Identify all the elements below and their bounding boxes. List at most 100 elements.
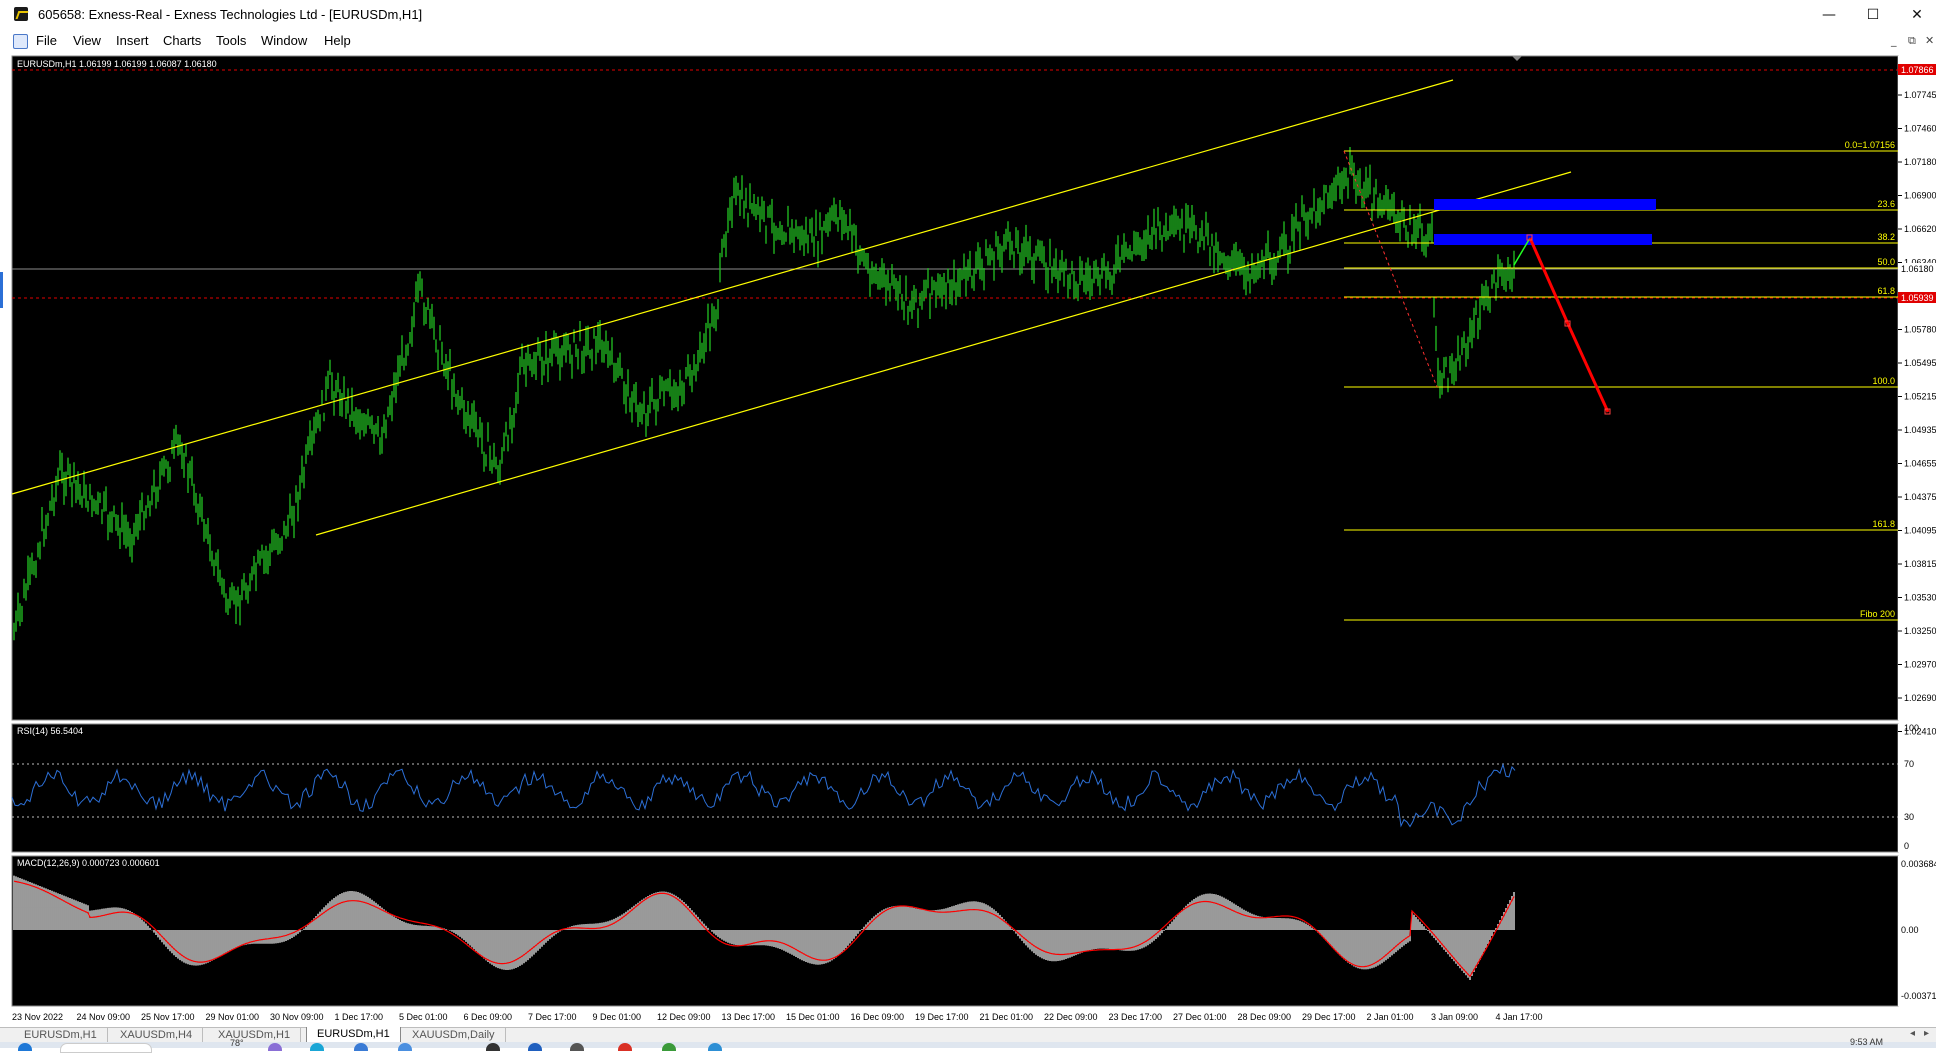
price-axis-label: 1.03250 [1904,626,1936,636]
taskbar-app-icon[interactable] [528,1043,542,1051]
menu-insert[interactable]: Insert [116,33,149,48]
macd-axis-label: 0.00 [1901,925,1919,935]
price-axis-labels: 1.077451.074601.071801.069001.066201.063… [1898,64,1936,737]
fibo-level-label: 161.8 [1872,519,1895,529]
time-axis-label: 30 Nov 09:00 [270,1012,324,1022]
tab-scroll-left-icon[interactable]: ◂ [1910,1028,1915,1039]
menu-view[interactable]: View [73,33,101,48]
rsi-axis-label: 30 [1904,812,1914,822]
rsi-axis-label: 70 [1904,759,1914,769]
rsi-panel[interactable] [11,723,1899,853]
tab-eurusdm-h1-active[interactable]: EURUSDm,H1 [306,1027,401,1043]
time-axis-label: 9 Dec 01:00 [593,1012,642,1022]
price-axis-label: 1.04935 [1904,425,1936,435]
red-level-price-tag: 1.05939 [1901,293,1934,303]
price-axis-label: 1.05780 [1904,325,1936,335]
taskbar-app-icon[interactable] [618,1043,632,1051]
fibo-level-label: 100.0 [1872,376,1895,386]
time-axis-label: 5 Dec 01:00 [399,1012,448,1022]
maximize-button[interactable]: ☐ [1850,2,1896,28]
time-axis-label: 23 Dec 17:00 [1109,1012,1163,1022]
taskbar-app-icon[interactable] [354,1043,368,1051]
chart-window[interactable]: 0.0=1.07156 23.6 38.2 50.0 61.8 100.0 161.8 Fib… [0,52,1936,1028]
price-axis-label: 1.03815 [1904,559,1936,569]
time-axis-label: 2 Jan 01:00 [1367,1012,1414,1022]
time-axis-label: 4 Jan 17:00 [1496,1012,1543,1022]
time-axis-label: 3 Jan 09:00 [1431,1012,1478,1022]
time-axis-label: 27 Dec 01:00 [1173,1012,1227,1022]
supply-zone-upper[interactable] [1434,199,1656,210]
rsi-axis [1898,724,1936,852]
time-axis-label: 16 Dec 09:00 [851,1012,905,1022]
time-axis-label: 19 Dec 17:00 [915,1012,969,1022]
taskbar-clock: 9:53 AM [1850,1037,1884,1047]
price-axis-label: 1.04375 [1904,492,1936,502]
time-axis-label: 21 Dec 01:00 [980,1012,1034,1022]
price-axis-label: 1.02690 [1904,693,1936,703]
start-icon[interactable] [18,1043,32,1051]
price-axis-label: 1.05215 [1904,392,1936,402]
rsi-axis-label: 0 [1904,841,1909,851]
tab-scroll-right-icon[interactable]: ▸ [1924,1028,1929,1039]
taskbar-app-icon[interactable] [486,1043,500,1051]
menu-file[interactable]: File [36,33,57,48]
menu-window[interactable]: Window [261,33,307,48]
tab-xauusdm-h1[interactable]: XAUUSDm,H1 [208,1028,302,1042]
time-axis-label: 22 Dec 09:00 [1044,1012,1098,1022]
menu-charts[interactable]: Charts [163,33,201,48]
time-axis-label: 29 Nov 01:00 [206,1012,260,1022]
price-axis-label: 1.03530 [1904,593,1936,603]
taskbar-app-icon[interactable] [310,1043,324,1051]
time-axis-label: 28 Dec 09:00 [1238,1012,1292,1022]
chart-window-icon[interactable] [13,34,28,49]
panel-edge-marker [0,272,3,308]
time-axis-label: 1 Dec 17:00 [335,1012,384,1022]
time-axis-label: 29 Dec 17:00 [1302,1012,1356,1022]
price-axis [1898,56,1936,720]
time-axis-label: 15 Dec 01:00 [786,1012,840,1022]
menu-help[interactable]: Help [324,33,351,48]
price-axis-label: 1.06620 [1904,224,1936,234]
price-axis-label: 1.07180 [1904,157,1936,167]
mdi-close-button[interactable]: ✕ [1925,34,1934,47]
tab-eurusdm-h1[interactable]: EURUSDm,H1 [14,1028,108,1042]
tab-xauusdm-h4[interactable]: XAUUSDm,H4 [110,1028,204,1042]
close-button[interactable]: ✕ [1894,2,1936,28]
price-axis-label: 1.04095 [1904,526,1936,536]
price-axis-label: 1.05495 [1904,358,1936,368]
taskbar-app-icon[interactable] [398,1043,412,1051]
taskbar-app-icon[interactable] [662,1043,676,1051]
fibo-level-label: 0.0=1.07156 [1845,140,1895,150]
macd-panel[interactable] [11,855,1899,1007]
price-axis-label: 1.06900 [1904,191,1936,201]
time-axis-label: 24 Nov 09:00 [77,1012,131,1022]
menu-tools[interactable]: Tools [216,33,246,48]
tab-xauusdm-daily[interactable]: XAUUSDm,Daily [402,1028,506,1042]
fibo-level-label: 38.2 [1877,232,1895,242]
chart-canvas[interactable]: 0.0=1.07156 23.6 38.2 50.0 61.8 100.0 161.8 Fib… [0,52,1936,1028]
taskbar-app-icon[interactable] [268,1043,282,1051]
time-axis: 23 Nov 2022 24 Nov 09:00 25 Nov 17:00 29 No… [12,1012,1543,1022]
weather-widget[interactable]: 78° [230,1038,244,1048]
window-title: 605658: Exness-Real - Exness Technologie… [38,7,423,22]
time-axis-label: 13 Dec 17:00 [722,1012,776,1022]
app-logo-icon [14,7,28,21]
time-axis-label: 25 Nov 17:00 [141,1012,195,1022]
price-axis-label: 1.07745 [1904,90,1936,100]
fibo-level-label: 50.0 [1877,257,1895,267]
minimize-button[interactable]: — [1806,2,1852,28]
macd-label: MACD(12,26,9) 0.000723 0.000601 [17,858,160,868]
current-price-tag: 1.06180 [1901,264,1934,274]
mdi-restore-button[interactable]: ⧉ [1908,34,1916,48]
price-axis-label: 1.07460 [1904,124,1936,134]
mdi-minimize-button[interactable]: _ [1891,34,1897,47]
chart-tabs: EURUSDm,H1 XAUUSDm,H4 XAUUSDm,H1 EURUSDm… [0,1027,1936,1043]
taskbar-app-icon[interactable] [708,1043,722,1051]
supply-zone-lower[interactable] [1434,234,1652,245]
taskbar-app-icon[interactable] [570,1043,584,1051]
taskbar-search-icon[interactable] [60,1043,152,1053]
top-level-price-tag: 1.07866 [1901,65,1934,75]
rsi-axis-label: 100 [1904,723,1919,733]
time-axis-label: 12 Dec 09:00 [657,1012,711,1022]
time-axis-label: 7 Dec 17:00 [528,1012,577,1022]
